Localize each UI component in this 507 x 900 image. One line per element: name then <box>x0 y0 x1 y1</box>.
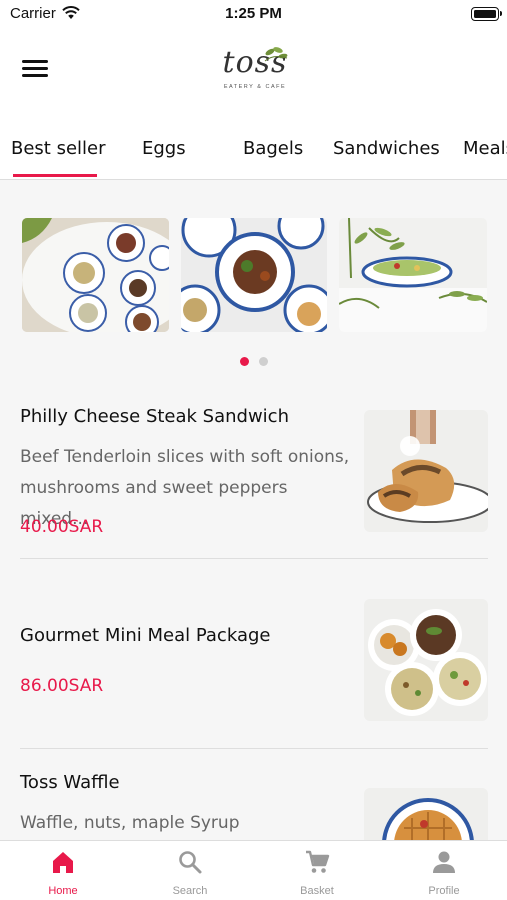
menu-button[interactable] <box>22 60 48 82</box>
leaf-icon <box>264 47 288 62</box>
tab-bar-label: Home <box>48 885 78 897</box>
list-divider <box>20 748 488 749</box>
product-image <box>364 788 488 840</box>
menu-icon-bar <box>22 67 48 70</box>
bottom-tab-bar: Home Search Basket Profile <box>0 840 507 900</box>
tab-bagels[interactable]: Bagels <box>243 138 303 159</box>
app-header: toss EATERY & CAFE <box>0 28 507 124</box>
tab-bar-label: Search <box>172 885 208 897</box>
status-bar: Carrier 1:25 PM <box>0 0 507 28</box>
home-icon <box>53 852 73 873</box>
product-card[interactable]: Toss Waffle Waffle, nuts, maple Syrup <box>0 770 507 840</box>
carousel-image-bowls[interactable] <box>181 218 327 332</box>
tab-bar-search[interactable]: Search <box>127 841 253 900</box>
tab-sandwiches[interactable]: Sandwiches <box>333 138 440 159</box>
battery-icon <box>471 7 502 21</box>
carousel-image-platter[interactable] <box>22 218 169 332</box>
tab-best-seller[interactable]: Best seller <box>11 138 106 159</box>
cart-icon <box>306 850 330 873</box>
person-icon <box>433 851 455 873</box>
product-price: 86.00SAR <box>20 676 104 696</box>
search-icon <box>179 851 202 874</box>
logo-subtitle: EATERY & CAFE <box>223 84 287 90</box>
tab-bar-profile[interactable]: Profile <box>381 841 507 900</box>
carousel-pagination <box>0 351 507 370</box>
product-name: Toss Waffle <box>20 772 120 793</box>
menu-icon-bar <box>22 60 48 63</box>
product-image <box>364 599 488 721</box>
product-card[interactable]: Philly Cheese Steak Sandwich Beef Tender… <box>0 390 507 560</box>
carousel-dot[interactable] <box>258 357 268 366</box>
tab-eggs[interactable]: Eggs <box>142 138 186 159</box>
tab-bar-basket[interactable]: Basket <box>254 841 380 900</box>
promo-carousel[interactable] <box>22 218 487 332</box>
product-name: Gourmet Mini Meal Package <box>20 625 271 646</box>
product-name: Philly Cheese Steak Sandwich <box>20 406 289 427</box>
tab-bar-label: Profile <box>428 885 460 897</box>
product-price: 40.00SAR <box>20 517 104 537</box>
carousel-dot-active[interactable] <box>239 357 249 366</box>
category-tabs: Best seller Eggs Bagels Sandwiches Meals <box>0 124 507 180</box>
product-image <box>364 410 488 532</box>
menu-icon-bar <box>22 74 48 77</box>
product-card[interactable]: Gourmet Mini Meal Package 86.00SAR <box>0 580 507 750</box>
tab-meals[interactable]: Meals <box>463 138 507 159</box>
tab-bar-home[interactable]: Home <box>0 841 126 900</box>
tab-bar-label: Basket <box>300 885 334 897</box>
carousel-image-salad[interactable] <box>339 218 487 332</box>
product-description: Waffle, nuts, maple Syrup <box>20 813 240 833</box>
brand-logo: toss EATERY & CAFE <box>215 42 295 102</box>
status-time: 1:25 PM <box>225 5 282 22</box>
active-tab-indicator <box>13 174 97 177</box>
list-divider <box>20 558 488 559</box>
